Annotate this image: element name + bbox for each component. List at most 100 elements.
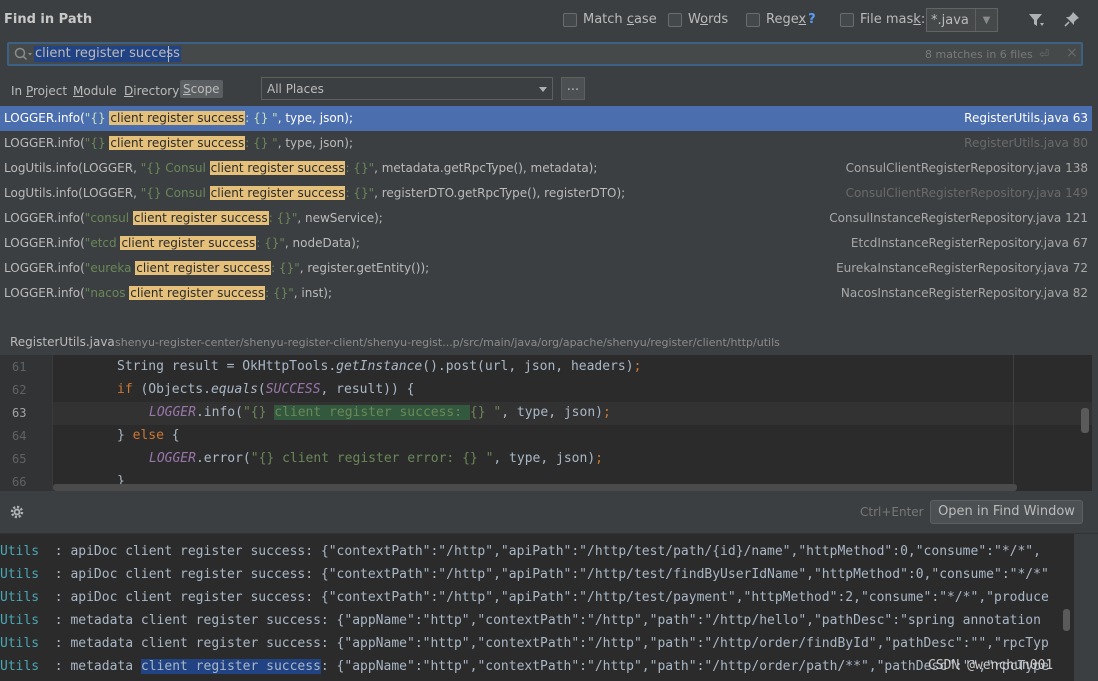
file-mask-value[interactable]: *.java — [927, 13, 975, 28]
match-highlight: client register success — [135, 261, 272, 275]
dialog-title: Find in Path — [4, 12, 93, 27]
file-mask-checkbox[interactable] — [840, 12, 854, 27]
code-line: LOGGER.error("{} client register error: … — [149, 451, 603, 466]
match-highlight: client register success — [129, 286, 266, 300]
tab-module[interactable]: Module — [73, 84, 117, 98]
console-line: Utils : metadata client register success… — [0, 636, 1049, 651]
result-code: LOGGER.info("etcd client register succes… — [4, 236, 360, 250]
line-number: 66 — [12, 475, 27, 489]
line-number: 62 — [12, 383, 27, 397]
code-line: if (Objects.equals(SUCCESS, result)) { — [117, 382, 415, 397]
tab-directory[interactable]: Directory — [124, 84, 179, 98]
match-count: 8 matches in 6 files — [925, 48, 1033, 61]
match-highlight: client register success — [132, 211, 269, 225]
result-file-location: ConsulClientRegisterRepository.java 138 — [845, 161, 1088, 175]
words-option[interactable]: Words — [668, 12, 728, 27]
result-code: LOGGER.info("nacos client register succe… — [4, 286, 332, 300]
clear-icon[interactable]: × — [1066, 45, 1078, 61]
horizontal-scrollbar[interactable] — [53, 484, 1017, 491]
file-mask-combo[interactable]: *.java ▼ — [926, 8, 998, 32]
words-label: Words — [688, 12, 729, 27]
result-file-location: EurekaInstanceRegisterRepository.java 72 — [836, 261, 1088, 275]
code-line-current: LOGGER.info("{} client register success:… — [53, 402, 1092, 425]
preview-file-name: RegisterUtils.java — [10, 335, 115, 349]
result-row[interactable]: LogUtils.info(LOGGER, "{} Consul client … — [0, 156, 1092, 181]
console-selection: client register success — [140, 659, 321, 674]
result-file-location: RegisterUtils.java 63 — [964, 111, 1088, 125]
line-number: 65 — [12, 452, 27, 466]
tab-in-project[interactable]: In Project — [11, 84, 67, 98]
match-highlight: client register success — [109, 136, 246, 150]
regex-checkbox[interactable] — [746, 12, 760, 27]
result-file-location: ConsulInstanceRegisterRepository.java 12… — [829, 211, 1088, 225]
console-side-toolbar: ↩⇅⇆ — [1074, 534, 1098, 681]
console-output[interactable]: Utils : apiDoc client register success: … — [0, 533, 1098, 681]
result-row[interactable]: LOGGER.info("eureka client register succ… — [0, 256, 1092, 281]
result-code: LOGGER.info("{} client register success:… — [4, 136, 354, 150]
chevron-down-icon[interactable] — [539, 87, 547, 92]
result-file-location: RegisterUtils.java 80 — [964, 136, 1088, 150]
result-row[interactable]: LOGGER.info("consul client register succ… — [0, 206, 1092, 231]
search-query-text[interactable]: client register success — [34, 46, 181, 62]
regex-help-icon[interactable]: ? — [808, 12, 816, 27]
result-file-location: NacosInstanceRegisterRepository.java 82 — [840, 286, 1088, 300]
match-highlight: client register success — [120, 236, 257, 250]
code-line: String result = OkHttpTools.getInstance(… — [117, 359, 642, 374]
pin-icon[interactable] — [1064, 11, 1080, 27]
result-code: LogUtils.info(LOGGER, "{} Consul client … — [4, 186, 626, 200]
result-row[interactable]: LogUtils.info(LOGGER, "{} Consul client … — [0, 181, 1092, 206]
match-case-option[interactable]: Match case — [563, 12, 657, 27]
search-icon[interactable] — [13, 46, 33, 62]
console-line: Utils : metadata client register success… — [0, 659, 1049, 674]
scope-places-dropdown[interactable]: All Places — [261, 77, 553, 100]
find-in-path-header: Find in Path Match case Words Regex? Fil… — [0, 0, 1098, 40]
result-file-location: ConsulClientRegisterRepository.java 149 — [845, 186, 1088, 200]
line-number-gutter: 61 62 63 64 65 66 — [0, 355, 53, 491]
console-scrollbar[interactable] — [1063, 609, 1070, 631]
shortcut-hint: Ctrl+Enter — [860, 505, 924, 519]
result-row[interactable]: LOGGER.info("nacos client register succe… — [0, 281, 1092, 306]
line-number: 61 — [12, 360, 27, 374]
line-number: 63 — [12, 406, 27, 420]
dialog-footer: Ctrl+Enter Open in Find Window — [0, 491, 1098, 533]
code-line: } else { — [117, 428, 180, 443]
new-line-icon[interactable]: ⏎ — [1039, 47, 1049, 61]
result-row[interactable]: LOGGER.info("{} client register success:… — [0, 106, 1092, 131]
preview-header: RegisterUtils.java shenyu-register-cente… — [0, 330, 1098, 355]
scope-more-button[interactable]: ... — [561, 77, 585, 100]
result-code: LogUtils.info(LOGGER, "{} Consul client … — [4, 161, 598, 175]
file-mask-option[interactable]: File mask: — [840, 12, 925, 27]
result-code: LOGGER.info("consul client register succ… — [4, 211, 383, 225]
preview-file-path: shenyu-register-center/shenyu-register-c… — [115, 336, 780, 349]
words-checkbox[interactable] — [668, 12, 682, 27]
search-input[interactable]: client register success 8 matches in 6 f… — [7, 42, 1083, 66]
result-code: LOGGER.info("eureka client register succ… — [4, 261, 430, 275]
console-line: Utils : metadata client register success… — [0, 613, 1041, 628]
match-case-label: Match case — [583, 12, 657, 27]
match-case-checkbox[interactable] — [563, 12, 577, 27]
vertical-scrollbar[interactable] — [1081, 408, 1089, 433]
match-highlight: client register success — [209, 161, 346, 175]
scope-places-value: All Places — [267, 82, 324, 96]
right-margin-guide — [1013, 355, 1014, 491]
line-number: 64 — [12, 429, 27, 443]
tab-scope[interactable]: Scope — [180, 80, 223, 98]
csdn-watermark: CSDN @wenchun001 — [928, 658, 1054, 673]
file-mask-label: File mask: — [860, 12, 926, 27]
regex-label: Regex? — [766, 12, 816, 27]
filter-icon[interactable] — [1027, 11, 1045, 29]
console-line: Utils : apiDoc client register success: … — [0, 590, 1049, 605]
console-line: Utils : apiDoc client register success: … — [0, 544, 1041, 559]
match-highlight: client register success — [109, 111, 246, 125]
result-row[interactable]: LOGGER.info("{} client register success:… — [0, 131, 1092, 156]
result-file-location: EtcdInstanceRegisterRepository.java 67 — [850, 236, 1088, 250]
gear-icon[interactable] — [9, 504, 25, 520]
match-highlight: client register success — [209, 186, 346, 200]
results-list: LOGGER.info("{} client register success:… — [0, 106, 1098, 306]
result-code: LOGGER.info("{} client register success:… — [4, 111, 354, 125]
regex-option[interactable]: Regex? — [746, 12, 816, 27]
chevron-down-icon[interactable]: ▼ — [975, 9, 997, 31]
open-in-find-window-button[interactable]: Open in Find Window — [930, 500, 1083, 524]
result-row[interactable]: LOGGER.info("etcd client register succes… — [0, 231, 1092, 256]
code-preview[interactable]: 61 62 63 64 65 66 String result = OkHttp… — [0, 355, 1092, 491]
